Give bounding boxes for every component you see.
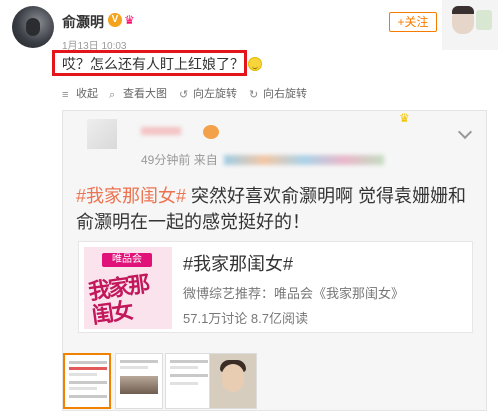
blurred-username [141,127,181,135]
card-avatar [87,119,117,149]
smile-emoji-icon [248,57,262,71]
weibo-post: 俞灏明 V ♛ 1月13日 10:03 +关注 哎？怎么还有人盯上红娘了？ ≡ 收… [0,0,500,411]
crown-icon: ♛ [399,111,410,125]
topic-title[interactable]: #我家那闺女# [183,250,293,276]
follow-button[interactable]: +关注 [389,12,437,32]
rotate-right-button[interactable]: ↻ 向右旋转 [249,85,307,101]
collapse-icon: ≡ [62,89,69,101]
thumbnail-4[interactable] [209,353,257,409]
image-thumbnail-strip [63,349,263,411]
rotate-left-icon: ↺ [179,89,189,101]
topic-description: 微博综艺推荐：唯品会《我家那闺女》 [183,286,405,301]
topic-link-card[interactable]: 唯品会 我家那闺女 #我家那闺女# 微博综艺推荐：唯品会《我家那闺女》 57.1… [78,241,473,333]
user-avatar[interactable] [12,6,54,48]
card-meta: 49分钟前 来自 [141,151,384,168]
topic-thumbnail: 唯品会 我家那闺女 [84,247,172,329]
collapse-button[interactable]: ≡ 收起 [62,85,98,101]
rotate-left-button[interactable]: ↺ 向左旋转 [179,85,237,101]
topic-tag[interactable]: #我家那闺女# [76,186,186,206]
post-text-content: 哎？怎么还有人盯上红娘了？ [62,56,244,72]
post-text: 哎？怎么还有人盯上红娘了？ [62,54,262,74]
thumb-logo: 唯品会 [102,253,152,267]
view-large-button[interactable]: ⌕ 查看大图 [109,85,167,101]
blurred-source [223,155,384,165]
rotate-right-icon: ↻ [249,89,259,101]
verified-badge-icon: V [108,13,122,27]
username[interactable]: 俞灏明 [62,12,104,32]
topic-stats: 57.1万讨论 8.7亿阅读 [183,311,308,326]
thumbnail-3[interactable] [165,353,213,409]
card-emoji-icon [203,125,219,139]
thumbnail-1[interactable] [63,353,111,409]
embedded-screenshot-card: ♛ 49分钟前 来自 #我家那闺女# 突然好喜欢俞灏明啊 觉得袁姗姗和俞灏明在一… [62,110,487,411]
thumb-title: 我家那闺女 [86,271,150,329]
thumbnail-2[interactable] [115,353,163,409]
chevron-down-icon[interactable] [457,124,473,140]
member-crown-icon: ♛ [124,13,135,27]
zoom-icon: ⌕ [109,89,116,101]
profile-sticker-image [442,0,498,50]
card-post-text: #我家那闺女# 突然好喜欢俞灏明啊 觉得袁姗姗和俞灏明在一起的感觉挺好的！ [76,183,478,235]
